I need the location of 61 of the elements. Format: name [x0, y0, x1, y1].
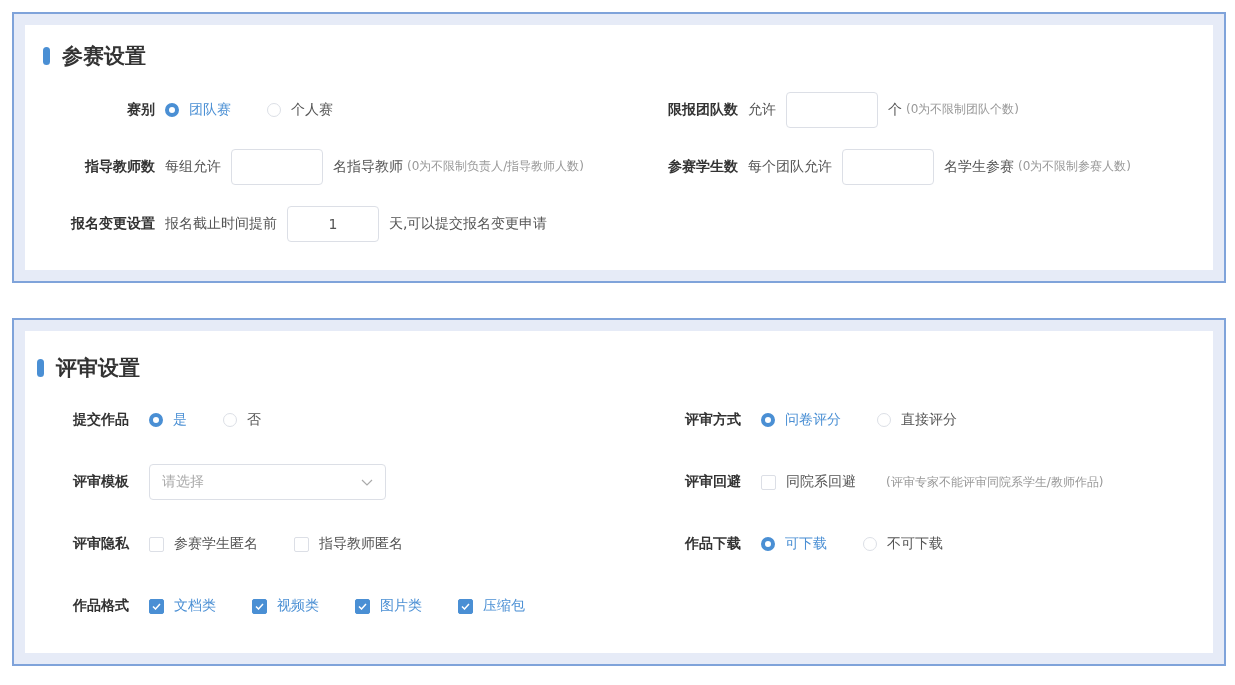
hint-text: (0为不限制团队个数): [906, 101, 1019, 118]
check-icon: [358, 602, 367, 610]
checkbox-label: 参赛学生匿名: [174, 535, 258, 553]
radio-label: 个人赛: [291, 100, 333, 119]
input-field[interactable]: 1: [287, 205, 379, 242]
field-suffix: 天,可以提交报名变更申请: [389, 214, 548, 233]
hint-text: (0为不限制负责人/指导教师人数): [407, 158, 585, 175]
field-suffix: 名指导教师: [333, 157, 403, 176]
input-field[interactable]: [231, 148, 323, 185]
radio-label: 不可下载: [887, 535, 943, 553]
checkbox-label: 文档类: [174, 597, 216, 615]
field-prefix: 每个团队允许: [748, 157, 832, 176]
radio-button[interactable]: [761, 537, 775, 551]
checkbox[interactable]: [252, 598, 267, 614]
radio-button[interactable]: [149, 413, 163, 427]
field-label: 提交作品: [73, 411, 130, 429]
field-prefix: 允许: [748, 100, 776, 119]
radio-label: 团队赛: [189, 100, 231, 119]
checkbox-label: 视频类: [277, 597, 319, 615]
check-icon: [461, 602, 470, 610]
radio-label: 是: [173, 411, 187, 429]
input-field[interactable]: [842, 148, 934, 185]
radio-label: 问卷评分: [785, 411, 841, 429]
select-placeholder: 请选择: [162, 473, 204, 491]
radio-button[interactable]: [165, 102, 179, 117]
field-suffix: 个: [888, 100, 902, 119]
radio-label: 可下载: [785, 535, 827, 553]
checkbox[interactable]: [149, 598, 164, 614]
title-marker: [43, 47, 50, 65]
check-icon: [255, 602, 264, 610]
field-label: 赛别: [126, 100, 155, 119]
panel-title: 参赛设置: [62, 43, 146, 70]
radio-label: 直接评分: [901, 411, 957, 429]
field-label: 评审方式: [685, 411, 742, 429]
checkbox[interactable]: [355, 598, 370, 614]
field-label: 限报团队数: [668, 100, 738, 119]
field-prefix: 报名截止时间提前: [165, 214, 277, 233]
field-label: 作品格式: [73, 597, 130, 615]
title-marker: [37, 359, 44, 377]
hint-text: (0为不限制参赛人数): [1018, 158, 1131, 175]
field-label: 指导教师数: [83, 157, 155, 176]
input-field[interactable]: [786, 91, 878, 128]
checkbox-label: 压缩包: [483, 597, 525, 615]
checkbox-label: 同院系回避: [786, 473, 856, 491]
field-label: 评审回避: [685, 473, 742, 491]
checkbox-label: 图片类: [380, 597, 422, 615]
radio-button[interactable]: [761, 413, 775, 427]
checkbox-label: 指导教师匿名: [319, 535, 403, 553]
field-prefix: 每组允许: [165, 157, 221, 176]
chevron-down-icon: [361, 478, 373, 486]
field-label: 报名变更设置: [69, 214, 155, 233]
field-label: 作品下载: [685, 535, 742, 553]
field-label: 评审隐私: [73, 535, 131, 553]
radio-label: 否: [247, 411, 261, 429]
hint-text: (评审专家不能评审同院系学生/教师作品): [886, 473, 1104, 491]
check-icon: [152, 602, 161, 610]
field-label: 评审模板: [73, 473, 130, 491]
checkbox[interactable]: [458, 598, 473, 614]
field-label: 参赛学生数: [668, 157, 738, 176]
panel-title: 评审设置: [56, 355, 140, 382]
field-suffix: 名学生参赛: [944, 157, 1014, 176]
